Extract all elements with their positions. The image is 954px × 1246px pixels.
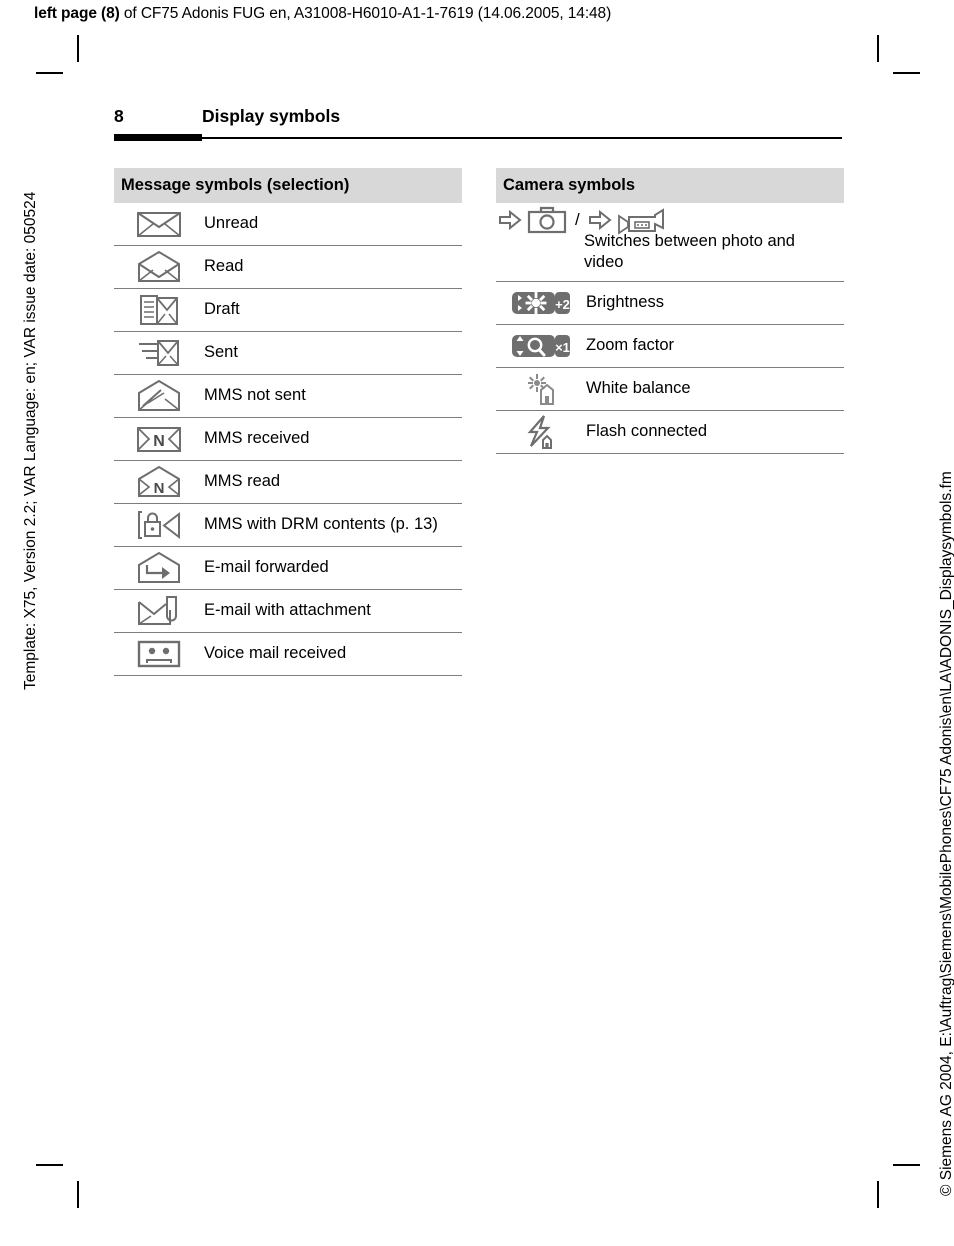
brightness-badge-value: +2 — [555, 297, 570, 312]
running-header-rest: of CF75 Adonis FUG en, A31008-H6010-A1-1… — [119, 5, 612, 22]
crop-mark-bottom-left-horizontal — [36, 1164, 63, 1166]
table-row: +2 Brightness — [496, 282, 844, 326]
envelope-sent-icon — [114, 332, 204, 374]
camera-symbols-table: Camera symbols / Switches between photo … — [496, 168, 844, 455]
zoom-badge-value: ×1 — [555, 340, 570, 355]
template-info-sidenote: Template: X75, Version 2.2; VAR Language… — [22, 191, 39, 690]
voice-mail-icon — [114, 633, 204, 675]
email-forwarded-icon — [114, 547, 204, 589]
table-row: / Switches between photo and video — [496, 203, 844, 283]
crop-mark-bottom-right-vertical — [877, 1181, 879, 1208]
envelope-open-icon — [114, 246, 204, 288]
envelope-closed-icon — [114, 203, 204, 245]
table-row-label: Sent — [204, 343, 238, 362]
table-row: E-mail forwarded — [114, 547, 462, 591]
flash-connected-icon — [496, 411, 586, 453]
arrow-right-icon — [588, 209, 612, 231]
table-row: MMS with DRM contents (p. 13) — [114, 504, 462, 548]
mms-drm-icon — [114, 504, 204, 546]
table-row: E-mail with attachment — [114, 590, 462, 634]
table-row-label: E-mail with attachment — [204, 601, 371, 620]
mms-received-icon: N — [114, 418, 204, 460]
table-row: ×1 Zoom factor — [496, 325, 844, 369]
table-row: Unread — [114, 203, 462, 247]
photo-camera-icon — [527, 206, 567, 234]
table-row-label: MMS not sent — [204, 386, 306, 405]
zoom-factor-icon: ×1 — [496, 325, 586, 367]
page-title-block: 8 Display symbols — [114, 106, 842, 142]
table-row-label: Switches between photo and video — [584, 232, 795, 272]
title-rule-thin — [114, 137, 842, 139]
envelope-draft-icon — [114, 289, 204, 331]
table-row: Flash connected — [496, 411, 844, 455]
running-header: left page (8) of CF75 Adonis FUG en, A31… — [34, 5, 611, 23]
table-row-label: Voice mail received — [204, 644, 347, 663]
table-row: Sent — [114, 332, 462, 376]
table-row-label: MMS received — [204, 429, 310, 448]
crop-mark-bottom-right-horizontal — [893, 1164, 920, 1166]
title-rule — [114, 134, 842, 142]
table-row: N MMS received — [114, 418, 462, 462]
table-row: Draft — [114, 289, 462, 333]
crop-mark-top-right-horizontal — [893, 72, 920, 74]
page-title: Display symbols — [202, 106, 341, 126]
svg-text:N: N — [154, 480, 165, 497]
table-row-label: Read — [204, 257, 244, 276]
email-attachment-icon — [114, 590, 204, 632]
crop-mark-top-right-vertical — [877, 35, 879, 62]
message-symbols-table: Message symbols (selection) Unread Read … — [114, 168, 462, 677]
table-row: MMS not sent — [114, 375, 462, 419]
table-row-label: MMS read — [204, 472, 281, 491]
mms-not-sent-icon — [114, 375, 204, 417]
table-row-label: MMS with DRM contents (p. 13) — [204, 515, 438, 534]
table-row-label: Flash connected — [586, 422, 708, 441]
crop-mark-top-left-horizontal — [36, 72, 63, 74]
table-row-label: Zoom factor — [586, 336, 675, 355]
camera-symbols-table-header: Camera symbols — [496, 168, 844, 204]
table-row-label: Draft — [204, 300, 240, 319]
running-header-bold: left page (8) — [34, 5, 120, 22]
mms-read-icon: N — [114, 461, 204, 503]
crop-mark-top-left-vertical — [77, 35, 79, 62]
page-number: 8 — [114, 106, 124, 126]
crop-mark-bottom-left-vertical — [77, 1181, 79, 1208]
table-row-label: E-mail forwarded — [204, 558, 329, 577]
table-row: Read — [114, 246, 462, 290]
message-symbols-table-header: Message symbols (selection) — [114, 168, 462, 204]
arrow-right-icon — [498, 209, 522, 231]
svg-text:N: N — [153, 433, 165, 450]
copyright-sidenote: © Siemens AG 2004, E:\Auftrag\Siemens\Mo… — [938, 471, 954, 1196]
table-row: White balance — [496, 368, 844, 412]
table-row-label: White balance — [586, 379, 691, 398]
separator-slash: / — [575, 210, 580, 230]
white-balance-icon — [496, 368, 586, 410]
table-row: N MMS read — [114, 461, 462, 505]
brightness-icon: +2 — [496, 282, 586, 324]
title-rule-thick — [114, 134, 202, 141]
table-row: Voice mail received — [114, 633, 462, 677]
table-row-label: Brightness — [586, 293, 664, 312]
table-row-label: Unread — [204, 214, 259, 233]
